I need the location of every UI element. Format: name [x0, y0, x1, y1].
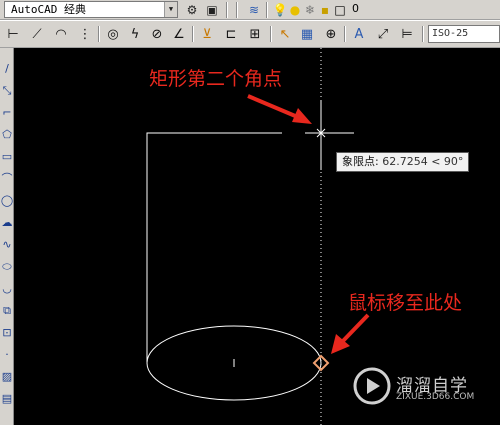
watermark-url: ZIXUE.3D66.COM	[396, 392, 475, 402]
annotation-arrow	[340, 313, 370, 344]
annotation-move-here: 鼠标移至此处	[348, 292, 463, 314]
snap-tooltip-value: 62.7254 < 90°	[382, 155, 464, 168]
annotation-rect-corner: 矩形第二个角点	[149, 68, 283, 90]
autocad-window: AutoCAD 经典 ▼ ⚙ ▣ ≋ 💡 ● ❄ ▪ □ 0 ⊢ ⟋ ◠ ⋮ ◎…	[0, 0, 500, 425]
snap-tooltip: 象限点: 62.7254 < 90°	[336, 152, 470, 172]
snap-tooltip-label: 象限点:	[342, 155, 379, 168]
annotation-arrow	[247, 94, 301, 120]
annotation-arrowhead	[292, 108, 312, 124]
play-icon	[367, 378, 380, 394]
